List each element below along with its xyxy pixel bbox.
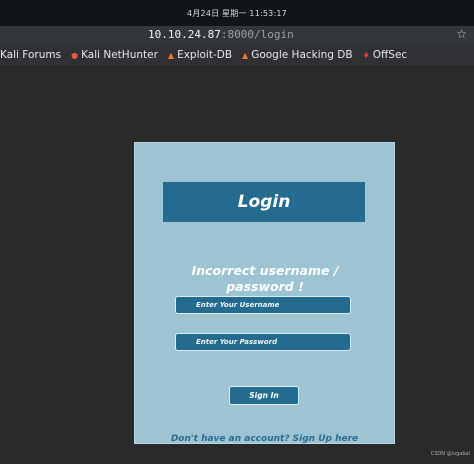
- url-host: 10.10.24.87: [148, 28, 221, 41]
- exploitdb-icon: ▲: [167, 50, 175, 60]
- login-panel: Login Incorrect username / password ! Si…: [134, 142, 395, 444]
- url-text[interactable]: 10.10.24.87:8000/login: [148, 28, 294, 41]
- bookmark-label: Kali NetHunter: [81, 49, 158, 61]
- password-input[interactable]: [175, 333, 351, 351]
- bookmark-label: Exploit-DB: [177, 49, 233, 61]
- ghdb-icon: ▲: [242, 50, 249, 60]
- sign-in-button[interactable]: Sign In: [229, 386, 299, 405]
- url-path: :8000/login: [220, 28, 294, 41]
- watermark: CSDN @lugabal: [430, 451, 470, 457]
- bookmark-label: OffSec: [372, 49, 408, 61]
- bookmark-label: Kali Forums: [0, 49, 62, 61]
- bookmark-kali-forums[interactable]: Kali Forums: [0, 49, 61, 61]
- nethunter-icon: ●: [71, 50, 79, 60]
- bookmark-star-icon[interactable]: ☆: [456, 27, 467, 41]
- address-bar[interactable]: 10.10.24.87:8000/login ☆: [0, 26, 474, 45]
- username-input[interactable]: [175, 296, 351, 314]
- error-message: Incorrect username / password !: [191, 263, 339, 294]
- login-title: Login: [163, 182, 365, 222]
- bookmark-offsec[interactable]: ♦ OffSec: [363, 49, 408, 61]
- offsec-icon: ♦: [362, 50, 370, 60]
- bookmark-exploit-db[interactable]: ▲ Exploit-DB: [168, 49, 232, 61]
- system-clock: 4月24日 星期一 11:53:17: [187, 8, 287, 18]
- bookmark-google-hacking-db[interactable]: ▲ Google Hacking DB: [242, 49, 353, 61]
- bookmark-kali-nethunter[interactable]: ● Kali NetHunter: [71, 49, 158, 61]
- system-top-bar: 4月24日 星期一 11:53:17: [0, 0, 474, 27]
- bookmark-label: Google Hacking DB: [251, 49, 353, 61]
- sign-up-link[interactable]: Don't have an account? Sign Up here: [135, 434, 394, 443]
- bookmarks-bar: Kali Forums ● Kali NetHunter ▲ Exploit-D…: [0, 44, 474, 67]
